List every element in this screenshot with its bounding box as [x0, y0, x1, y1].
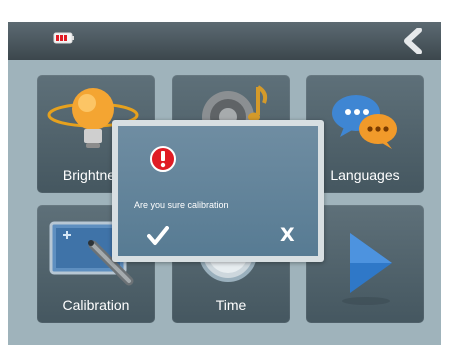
confirm-dialog-frame: Are you sure calibration X — [112, 120, 324, 262]
alert-icon — [150, 146, 176, 172]
cancel-button[interactable]: X — [280, 224, 295, 246]
tile-label: Calibration — [62, 297, 130, 313]
top-bar — [8, 22, 441, 60]
dialog-message: Are you sure calibration — [134, 200, 229, 210]
checkmark-icon[interactable] — [147, 226, 169, 246]
back-chevron-icon[interactable] — [399, 28, 427, 54]
settings-screen: Brightness Languages Calibration Time Ar… — [0, 0, 449, 345]
battery-low-icon — [53, 32, 74, 44]
tile-label: Time — [215, 297, 247, 313]
confirm-dialog: Are you sure calibration X — [118, 126, 318, 256]
